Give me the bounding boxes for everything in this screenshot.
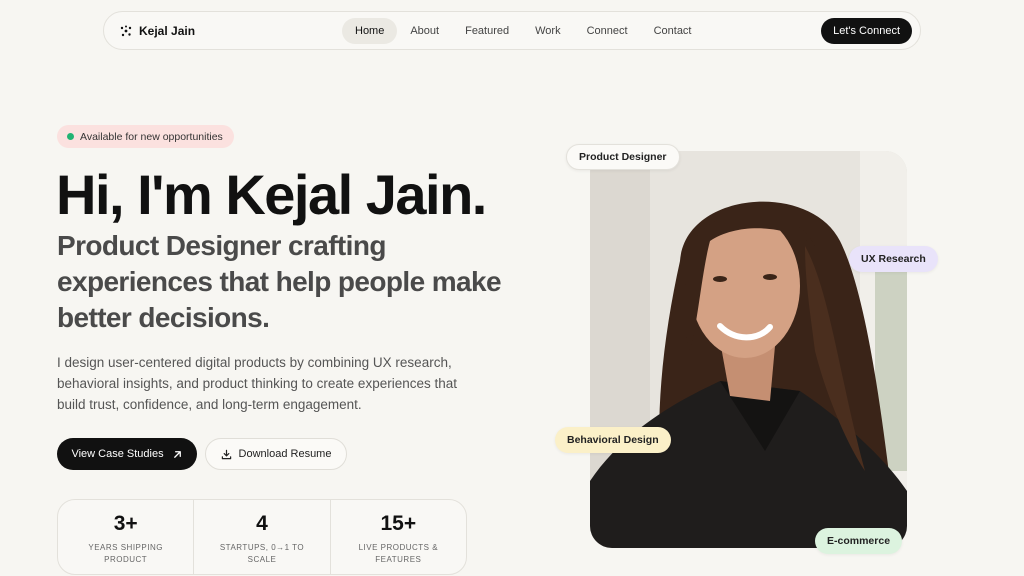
nav-link-home[interactable]: Home — [342, 18, 398, 44]
nav-link-work[interactable]: Work — [522, 18, 573, 44]
arrow-up-right-icon — [173, 450, 181, 458]
stat-number: 4 — [256, 512, 268, 535]
stat-label: Startups, 0→1 to scale — [219, 543, 305, 564]
nav-links: Home About Featured Work Connect Contact — [342, 18, 705, 44]
nav-link-contact[interactable]: Contact — [641, 18, 705, 44]
stat-years: 3+ Years shipping product — [58, 500, 195, 574]
tag-ecommerce: E-commerce — [815, 528, 903, 554]
portrait-illustration — [590, 151, 907, 548]
brand-logo[interactable]: Kejal Jain — [120, 24, 195, 38]
tag-ux-research: UX Research — [849, 246, 938, 272]
nav-link-about[interactable]: About — [397, 18, 452, 44]
brand-name: Kejal Jain — [139, 23, 196, 38]
stat-products: 15+ Live products & features — [331, 500, 466, 574]
status-dot-icon — [67, 133, 74, 140]
download-resume-label: Download Resume — [238, 448, 332, 460]
hero-title: Hi, I'm Kejal Jain. — [56, 163, 487, 226]
hero-description: I design user-centered digital products … — [57, 355, 457, 412]
lets-connect-button[interactable]: Let's Connect — [821, 18, 912, 44]
sparkle-icon — [120, 25, 132, 36]
stats-panel: 3+ Years shipping product 4 Startups, 0→… — [57, 499, 467, 575]
top-navigation: Kejal Jain Home About Featured Work Conn… — [103, 11, 921, 50]
stat-number: 3+ — [113, 512, 138, 535]
download-resume-button[interactable]: Download Resume — [205, 438, 347, 470]
nav-link-connect[interactable]: Connect — [574, 18, 641, 44]
view-case-studies-label: View Case Studies — [71, 448, 164, 460]
stat-label: Years shipping product — [88, 543, 163, 564]
tag-product-designer: Product Designer — [566, 144, 680, 170]
hero-subtitle: Product Designer crafting experiences th… — [57, 230, 502, 333]
stat-startups: 4 Startups, 0→1 to scale — [194, 500, 331, 574]
view-case-studies-button[interactable]: View Case Studies — [57, 438, 197, 470]
stat-number: 15+ — [380, 512, 417, 535]
availability-badge: Available for new opportunities — [57, 125, 234, 148]
stat-label: Live products & features — [358, 543, 439, 564]
profile-photo — [590, 151, 907, 548]
availability-text: Available for new opportunities — [80, 130, 223, 143]
nav-link-featured[interactable]: Featured — [452, 18, 522, 44]
download-icon — [221, 449, 231, 459]
tag-behavioral-design: Behavioral Design — [555, 427, 671, 453]
